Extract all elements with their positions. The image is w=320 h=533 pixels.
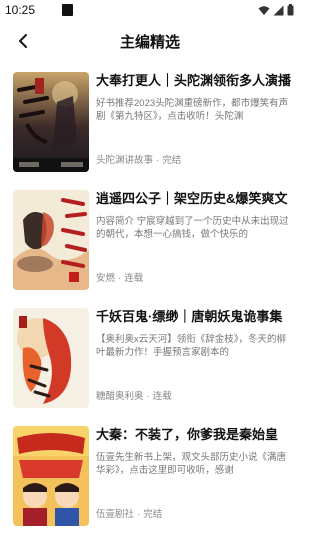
book-item[interactable]: 逍遥四公子｜架空历史&爆笑爽文 内容简介 宁宸穿越到了一个历史中从未出现过的朝代… (0, 184, 300, 302)
book-cover[interactable] (13, 426, 89, 526)
book-description: 内容简介 宁宸穿越到了一个历史中从未出现过的朝代，本想一心搞钱，做个快乐的 (96, 216, 289, 240)
book-status: 连载 (152, 391, 172, 402)
book-status: 完结 (143, 509, 163, 520)
book-info: 大秦：不装了，你爹我是秦始皇 伍壹先生新书上架，观文头部历史小说《满唐华彩》，点… (96, 426, 292, 526)
book-description: 【奥利奥x云天河】领衔《辞金枝》，冬天的柳叶最新力作！手握预言家剧本的 (96, 334, 287, 358)
book-meta: 糖醋奥利奥 · 连载 (96, 388, 172, 402)
book-title: 千妖百鬼·缥缈｜唐朝妖鬼诡事集 (96, 309, 283, 324)
meta-separator: · (146, 391, 150, 402)
signal-icon (273, 5, 284, 15)
status-time: 10:25 (5, 3, 36, 17)
book-description: 伍壹先生新书上架，观文头部历史小说《满唐华彩》，点击这里即可收听，感谢 (96, 452, 287, 476)
status-icons (258, 4, 294, 16)
book-info: 千妖百鬼·缥缈｜唐朝妖鬼诡事集 【奥利奥x云天河】领衔《辞金枝》，冬天的柳叶最新… (96, 308, 292, 408)
book-author: 头陀渊讲故事 (96, 155, 154, 166)
meta-separator: · (118, 273, 122, 284)
book-item[interactable]: 千妖百鬼·缥缈｜唐朝妖鬼诡事集 【奥利奥x云天河】领衔《辞金枝》，冬天的柳叶最新… (0, 302, 300, 420)
book-status: 连载 (124, 273, 144, 284)
book-info: 逍遥四公子｜架空历史&爆笑爽文 内容简介 宁宸穿越到了一个历史中从未出现过的朝代… (96, 190, 292, 290)
wifi-icon (258, 5, 270, 15)
meta-separator: · (156, 155, 160, 166)
book-meta: 安燃 · 连载 (96, 270, 143, 284)
status-bar: 10:25 (0, 0, 300, 22)
book-cover[interactable] (13, 308, 89, 408)
book-list: 大奉打更人｜头陀渊领衔多人演播 好书推荐2023头陀渊重磅新作，都市爆笑有声剧《… (0, 66, 300, 533)
book-author: 糖醋奥利奥 (96, 391, 144, 402)
book-title: 大奉打更人｜头陀渊领衔多人演播 (96, 73, 292, 88)
book-meta: 头陀渊讲故事 · 完结 (96, 152, 181, 166)
book-title: 大秦：不装了，你爹我是秦始皇 (96, 427, 279, 442)
page-title: 主编精选 (119, 34, 180, 51)
book-info: 大奉打更人｜头陀渊领衔多人演播 好书推荐2023头陀渊重磅新作，都市爆笑有声剧《… (96, 72, 292, 172)
book-author: 伍壹剧社 (96, 509, 135, 520)
book-description: 好书推荐2023头陀渊重磅新作，都市爆笑有声剧《第九特区》，点击收听！头陀渊 (96, 98, 289, 122)
book-item[interactable]: 大秦：不装了，你爹我是秦始皇 伍壹先生新书上架，观文头部历史小说《满唐华彩》，点… (0, 420, 300, 533)
battery-icon (287, 4, 294, 16)
book-title: 逍遥四公子｜架空历史&爆笑爽文 (96, 191, 288, 206)
book-meta: 伍壹剧社 · 完结 (96, 506, 162, 520)
book-author: 安燃 (96, 273, 116, 284)
page-header: 主编精选 (0, 22, 300, 62)
meta-separator: · (137, 509, 141, 520)
book-cover[interactable] (13, 72, 89, 172)
notification-icon (62, 4, 73, 16)
book-status: 完结 (162, 155, 182, 166)
book-cover[interactable] (13, 190, 89, 290)
book-item[interactable]: 大奉打更人｜头陀渊领衔多人演播 好书推荐2023头陀渊重磅新作，都市爆笑有声剧《… (0, 66, 300, 184)
